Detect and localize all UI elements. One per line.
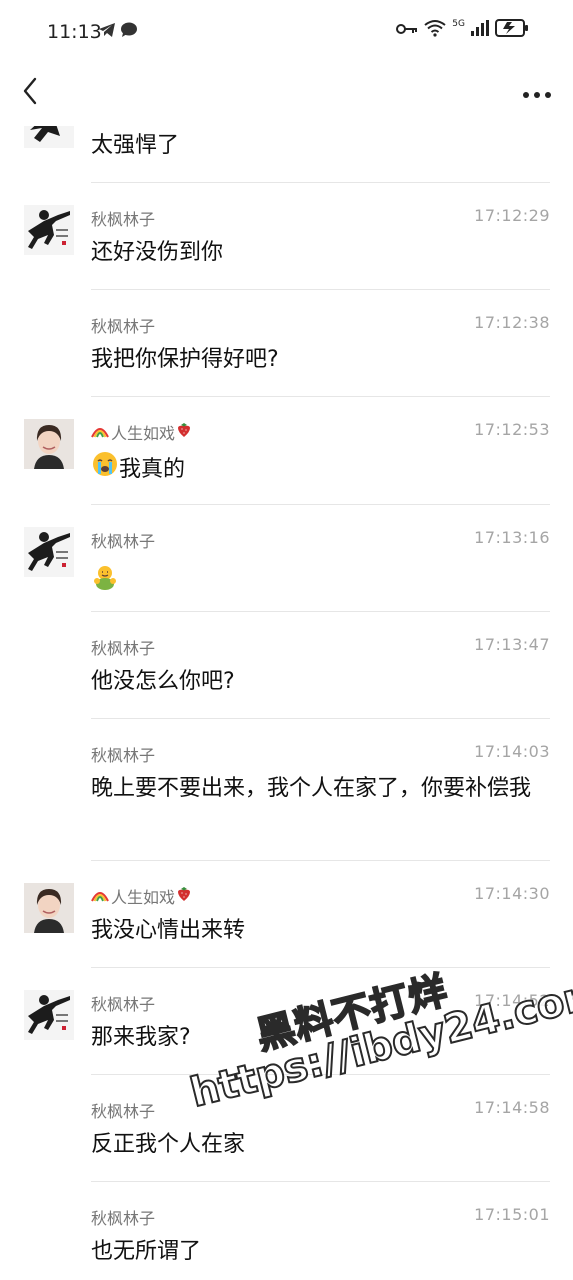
avatar[interactable] [24,990,74,1040]
message-time: 17:14:58 [474,1098,550,1117]
sender-name: 秋枫林子 [91,210,156,229]
sender-name: 秋枫林子 [91,1102,156,1121]
sender-name: 秋枫林子 [91,995,156,1014]
network-label: 5G [452,19,465,29]
sender-name: 秋枫林子 [91,1209,156,1228]
status-time: 11:13 [47,21,102,43]
message-item[interactable]: 秋枫林子 17:14:58 反正我个人在家 [0,1075,573,1182]
hug-emoji-icon [91,566,119,597]
message-item[interactable]: 秋枫林子 17:15:01 也无所谓了 [0,1182,573,1280]
status-left-icons [98,22,138,42]
rainbow-icon [91,423,109,442]
message-item[interactable]: 人生如戏 17:12:53 我真的 [0,397,573,505]
sender-name: 人生如戏 [91,420,191,444]
telegram-icon [98,22,116,42]
back-arrow-icon [22,77,38,109]
avatar[interactable] [24,205,74,255]
message-item[interactable]: 秋枫林子 17:12:38 我把你保护得好吧? [0,290,573,397]
message-text: 那来我家? [91,1025,191,1050]
chat-bubble-icon [120,22,138,42]
key-icon [396,21,418,40]
message-item[interactable]: 秋枫林子 17:14:03 晚上要不要出来，我个人在家了，你要补偿我 [0,719,573,861]
wifi-icon [424,19,446,41]
avatar[interactable] [24,126,74,148]
message-text: 太强悍了 [91,133,180,158]
message-text: 我真的 [119,456,186,482]
message-text: 还好没伤到你 [91,240,224,265]
message-time: 17:12:53 [474,420,550,439]
back-button[interactable] [14,77,46,109]
strawberry-icon [177,886,191,906]
avatar[interactable] [24,883,74,933]
message-time: 17:13:16 [474,528,550,547]
message-text: 他没怎么你吧? [91,669,235,694]
nav-bar [0,64,573,126]
sender-name: 秋枫林子 [91,639,156,658]
message-time: 17:12:38 [474,313,550,332]
message-text-row: 我真的 [91,450,541,489]
loudly-crying-face-icon [91,450,119,489]
status-bar: 11:13 5G [0,0,573,64]
avatar[interactable] [24,419,74,469]
rainbow-icon [91,887,109,906]
message-text: 我把你保护得好吧? [91,347,279,372]
message-item[interactable]: 秋枫林子 17:13:47 他没怎么你吧? [0,612,573,719]
message-time: 17:13:47 [474,635,550,654]
message-text: 晚上要不要出来，我个人在家了，你要补偿我 [91,776,532,801]
sender-name: 秋枫林子 [91,317,156,336]
message-item[interactable]: 秋枫林子 17:13:16 [0,505,573,612]
message-text: 我没心情出来转 [91,918,246,943]
message-time: 17:15:01 [474,1205,550,1224]
sender-name: 秋枫林子 [91,746,156,765]
message-item[interactable]: 秋枫林子 17:14:52 那来我家? [0,968,573,1075]
message-time: 17:12:29 [474,206,550,225]
sender-name: 秋枫林子 [91,532,156,551]
message-time: 17:14:30 [474,884,550,903]
message-text: 反正我个人在家 [91,1132,246,1157]
message-item[interactable]: 人生如戏 17:14:30 我没心情出来转 [0,861,573,968]
more-button[interactable] [519,79,555,107]
message-time: 17:14:52 [474,991,550,1010]
message-list[interactable]: 太强悍了 秋枫林子 17:12:29 还好没伤到你 秋枫林子 17:12:38 … [0,126,573,1280]
message-text: 也无所谓了 [91,1239,202,1264]
signal-icon [471,20,489,40]
message-item[interactable]: 太强悍了 [0,126,573,183]
sender-name: 人生如戏 [91,884,191,908]
battery-charging-icon [495,19,529,41]
more-dots-icon [522,84,552,103]
avatar[interactable] [24,527,74,577]
strawberry-icon [177,422,191,442]
status-right-icons: 5G [396,19,529,41]
message-time: 17:14:03 [474,742,550,761]
message-text-row [91,563,541,602]
message-item[interactable]: 秋枫林子 17:12:29 还好没伤到你 [0,183,573,290]
